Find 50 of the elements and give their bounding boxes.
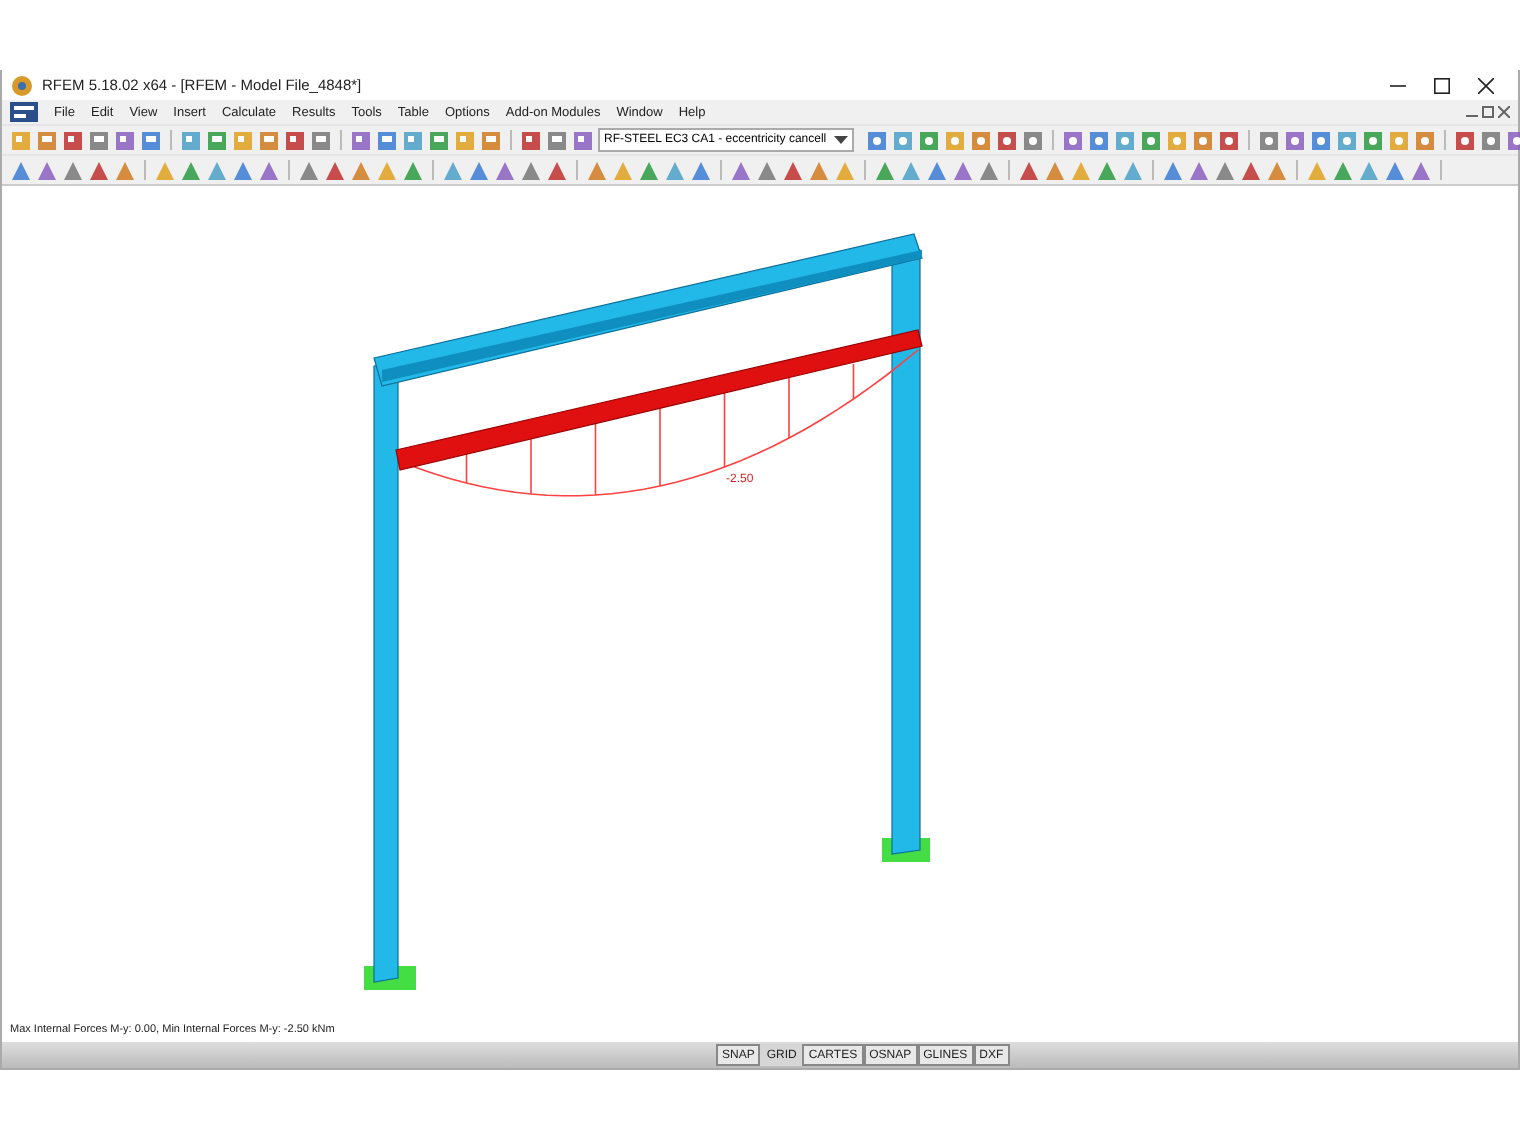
- toolbar-icon[interactable]: [258, 129, 280, 151]
- toolbar-icon[interactable]: [284, 129, 306, 151]
- toolbar-icon[interactable]: [944, 129, 967, 151]
- toolbar-icon[interactable]: [1454, 129, 1477, 151]
- toolbar-icon[interactable]: [36, 129, 58, 151]
- toolbar-icon[interactable]: [866, 129, 889, 151]
- toolbar-icon[interactable]: [402, 129, 424, 151]
- toolbar-icon[interactable]: [1192, 129, 1215, 151]
- toolbar-icon[interactable]: [1140, 129, 1163, 151]
- toolbar-icon[interactable]: [918, 129, 941, 151]
- toolbar-icon[interactable]: [454, 129, 476, 151]
- toolbar-icon[interactable]: [1062, 129, 1085, 151]
- toolbar-icon[interactable]: [1166, 129, 1189, 151]
- toolbar-icon[interactable]: [428, 129, 450, 151]
- toolbar-icon[interactable]: [376, 129, 398, 151]
- toolbar-icon[interactable]: [1088, 129, 1111, 151]
- toolbar-icon[interactable]: [1258, 129, 1281, 151]
- toolbar-icon[interactable]: [310, 129, 332, 151]
- restore-icon[interactable]: [1482, 106, 1494, 118]
- toolbar-icon[interactable]: [1310, 129, 1333, 151]
- toolbar-icon[interactable]: [206, 129, 228, 151]
- document-icon[interactable]: [10, 102, 38, 122]
- toolbar-icon[interactable]: [892, 129, 915, 151]
- toolbar-icon[interactable]: [350, 129, 372, 151]
- toolbar-icon[interactable]: [232, 129, 254, 151]
- dropdown-caret-icon: [834, 136, 849, 144]
- toolbar-icon[interactable]: [1414, 129, 1437, 151]
- toolbar-icon[interactable]: [114, 129, 136, 151]
- toolbar-icon[interactable]: [1388, 129, 1411, 151]
- toolbar-icon[interactable]: [546, 129, 568, 151]
- toolbar-icon[interactable]: [1022, 129, 1045, 151]
- toolbar-icon[interactable]: [1480, 129, 1503, 151]
- toolbar-icon[interactable]: [1218, 129, 1241, 151]
- toolbar-icon[interactable]: [1284, 129, 1307, 151]
- toolbar-icon[interactable]: [10, 129, 32, 151]
- toolbar-icon[interactable]: [996, 129, 1019, 151]
- toolbar-icon[interactable]: [970, 129, 993, 151]
- toolbar-icon[interactable]: [572, 129, 594, 151]
- toolbar-icon[interactable]: [1362, 129, 1385, 151]
- toolbar-icon[interactable]: [480, 129, 502, 151]
- app-logo-icon: [10, 73, 34, 97]
- maximize-icon[interactable]: [1434, 77, 1450, 93]
- toolbar-icon[interactable]: [1336, 129, 1359, 151]
- toolbar-icon[interactable]: [180, 129, 202, 151]
- toolbar-icon[interactable]: [520, 129, 542, 151]
- toolbar-icon[interactable]: [62, 129, 84, 151]
- close-icon[interactable]: [1478, 77, 1494, 93]
- toolbar-icon[interactable]: [1114, 129, 1137, 151]
- toolbar-icon[interactable]: [88, 129, 110, 151]
- toolbar-icon[interactable]: [140, 129, 162, 151]
